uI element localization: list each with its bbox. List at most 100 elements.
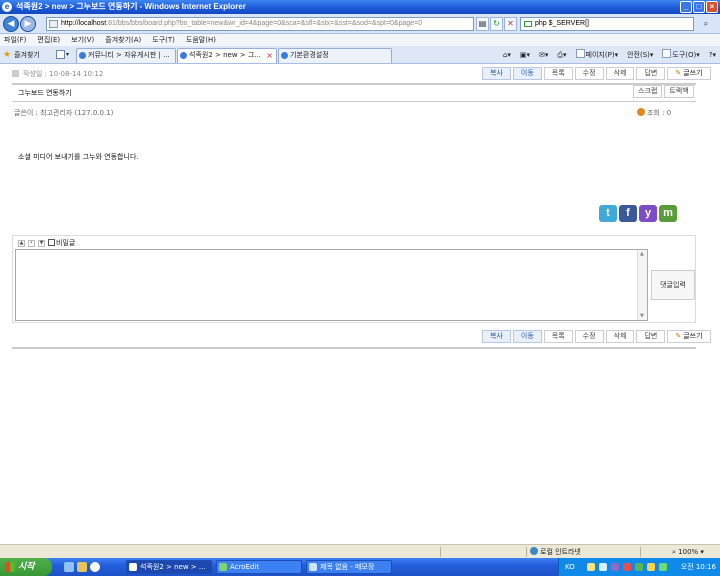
ie-quicklaunch-icon[interactable] xyxy=(90,562,100,572)
edit-button[interactable]: 수정 xyxy=(574,330,604,343)
tab-basic-settings[interactable]: 기본환경설정 xyxy=(278,48,392,63)
tray-icon[interactable] xyxy=(623,563,631,571)
write-button[interactable]: ✎ 글쓰기 xyxy=(667,330,711,343)
write-button[interactable]: ✎ 글쓰기 xyxy=(667,67,711,80)
tray-icon[interactable] xyxy=(611,563,619,571)
taskbar-item-notepad[interactable]: 제목 없음 - 메모장 xyxy=(306,560,392,574)
trackback-button[interactable]: 트랙백 xyxy=(664,85,694,98)
tab-close-icon[interactable]: × xyxy=(266,49,273,62)
security-zone[interactable]: 로컬 인트라넷 xyxy=(530,546,581,558)
reply-button[interactable]: 답변 xyxy=(636,67,666,80)
textarea-scrollbar[interactable]: ▲ ▼ xyxy=(637,250,647,320)
menu-view[interactable]: 보기(V) xyxy=(71,35,94,45)
address-input[interactable]: http://localhost:81/bbs/bbs/board.php?bo… xyxy=(46,17,474,31)
minimize-button[interactable]: _ xyxy=(680,1,692,13)
clock[interactable]: 오전 10:16 xyxy=(681,558,716,576)
divider xyxy=(12,101,696,102)
tray-icon[interactable] xyxy=(659,563,667,571)
menu-bar: 파일(F) 편집(E) 보기(V) 즐겨찾기(A) 도구(T) 도움말(H) xyxy=(0,34,720,46)
post-views: 조회 : 0 xyxy=(637,108,671,118)
safety-menu[interactable]: 안전(S)▾ xyxy=(627,49,653,61)
help-icon[interactable]: ?▾ xyxy=(709,49,716,61)
post-subject: 그누보드 연동하기 xyxy=(18,89,72,97)
twitter-icon[interactable]: t xyxy=(599,205,617,222)
tray-icon[interactable] xyxy=(587,563,595,571)
tab-list-dropdown-icon[interactable]: ▾ xyxy=(66,50,73,59)
tab-current-post[interactable]: 석족원2 > new > 그... × xyxy=(177,48,277,63)
expand-up-icon[interactable]: ▲ xyxy=(18,239,25,247)
feeds-icon[interactable]: ▣▾ xyxy=(520,49,530,61)
copy-button[interactable]: 복사 xyxy=(482,330,511,343)
quick-tabs-icon[interactable] xyxy=(56,50,65,59)
compat-view-button[interactable]: ▤ xyxy=(476,17,489,31)
comment-submit-button[interactable]: 댓글입력 xyxy=(651,270,695,300)
tools-menu[interactable]: 도구(O)▾ xyxy=(662,49,700,61)
scroll-down-icon[interactable]: ▼ xyxy=(640,313,644,319)
mail-icon[interactable]: ✉▾ xyxy=(539,49,548,61)
menu-favorites[interactable]: 즐겨찾기(A) xyxy=(105,35,141,45)
tab-label: 석족원2 > new > 그... xyxy=(189,51,261,59)
list-button[interactable]: 목록 xyxy=(543,330,573,343)
menu-help[interactable]: 도움말(H) xyxy=(186,35,216,45)
comment-textarea[interactable]: ▲ ▼ xyxy=(15,249,648,321)
tab-community[interactable]: 커뮤니티 > 자유게시판 | ... xyxy=(76,48,176,63)
search-icon[interactable]: ⌕ xyxy=(697,17,715,31)
taskbar-item-ie[interactable]: 석족원2 > new > ... xyxy=(126,560,212,574)
forward-button[interactable]: ▶ xyxy=(20,16,36,32)
menu-edit[interactable]: 편집(E) xyxy=(37,35,60,45)
me2day-icon[interactable]: m xyxy=(659,205,677,222)
delete-button[interactable]: 삭제 xyxy=(605,330,635,343)
status-bar: 로컬 인트라넷 ⌕ 100% ▾ xyxy=(0,544,720,558)
tabs-bar: ★ 즐겨찾기 ▾ 커뮤니티 > 자유게시판 | ... 석족원2 > new >… xyxy=(0,46,720,64)
post-body: 소셜 미디어 보내기를 그누와 연동합니다. xyxy=(18,153,139,161)
favorites-button[interactable]: ★ 즐겨찾기 xyxy=(3,49,40,61)
ime-indicator[interactable]: KO xyxy=(565,558,575,576)
move-button[interactable]: 이동 xyxy=(512,330,542,343)
checkbox-icon xyxy=(48,239,55,246)
window-title-bar: e 석족원2 > new > 그누보드 연동하기 - Windows Inter… xyxy=(0,0,720,14)
show-desktop-icon[interactable] xyxy=(64,562,74,572)
pencil-icon: ✎ xyxy=(675,332,682,340)
stop-button[interactable]: ✕ xyxy=(504,17,517,31)
expand-down-icon[interactable]: ▼ xyxy=(38,239,45,247)
page-icon xyxy=(49,20,58,28)
tray-icon[interactable] xyxy=(647,563,655,571)
menu-file[interactable]: 파일(F) xyxy=(4,35,26,45)
scrap-row: 스크랩 트랙백 xyxy=(633,85,694,98)
tray-icon[interactable] xyxy=(599,563,607,571)
scrap-button[interactable]: 스크랩 xyxy=(633,85,663,98)
reset-icon[interactable]: • xyxy=(28,239,35,247)
close-window-button[interactable]: × xyxy=(706,1,718,13)
secret-checkbox[interactable]: 비밀글 xyxy=(48,238,75,248)
url-host: http://localhost xyxy=(61,20,107,27)
home-icon[interactable]: ⌂▾ xyxy=(503,49,511,61)
delete-button[interactable]: 삭제 xyxy=(605,67,635,80)
refresh-button[interactable]: ↻ xyxy=(490,17,503,31)
page-menu[interactable]: 페이지(P)▾ xyxy=(575,49,618,61)
zoom-level[interactable]: ⌕ 100% ▾ xyxy=(672,546,704,558)
quicklaunch-icon[interactable] xyxy=(77,562,87,572)
status-divider xyxy=(640,547,641,557)
list-button[interactable]: 목록 xyxy=(543,67,573,80)
start-button[interactable]: 시작 xyxy=(0,558,52,576)
tray-icon[interactable] xyxy=(635,563,643,571)
top-button-row: 복사 이동 목록 수정 삭제 답변 ✎ 글쓰기 xyxy=(482,67,711,80)
notepad-icon xyxy=(309,563,317,571)
ie-app-icon: e xyxy=(2,2,12,12)
facebook-icon[interactable]: f xyxy=(619,205,637,222)
search-input[interactable]: php $_SERVER[] xyxy=(520,17,694,31)
move-button[interactable]: 이동 xyxy=(512,67,542,80)
reply-button[interactable]: 답변 xyxy=(636,330,666,343)
tools-menu-icon xyxy=(662,49,672,58)
tab-page-icon xyxy=(281,52,288,59)
maximize-button[interactable]: □ xyxy=(693,1,705,13)
divider xyxy=(12,347,696,349)
print-icon[interactable]: ⎙▾ xyxy=(557,49,566,61)
scroll-up-icon[interactable]: ▲ xyxy=(640,251,644,257)
taskbar-item-acroedit[interactable]: AcroEdit xyxy=(216,560,302,574)
menu-tools[interactable]: 도구(T) xyxy=(152,35,175,45)
edit-button[interactable]: 수정 xyxy=(574,67,604,80)
copy-button[interactable]: 복사 xyxy=(482,67,511,80)
yozm-icon[interactable]: y xyxy=(639,205,657,222)
back-button[interactable]: ◀ xyxy=(3,16,19,32)
